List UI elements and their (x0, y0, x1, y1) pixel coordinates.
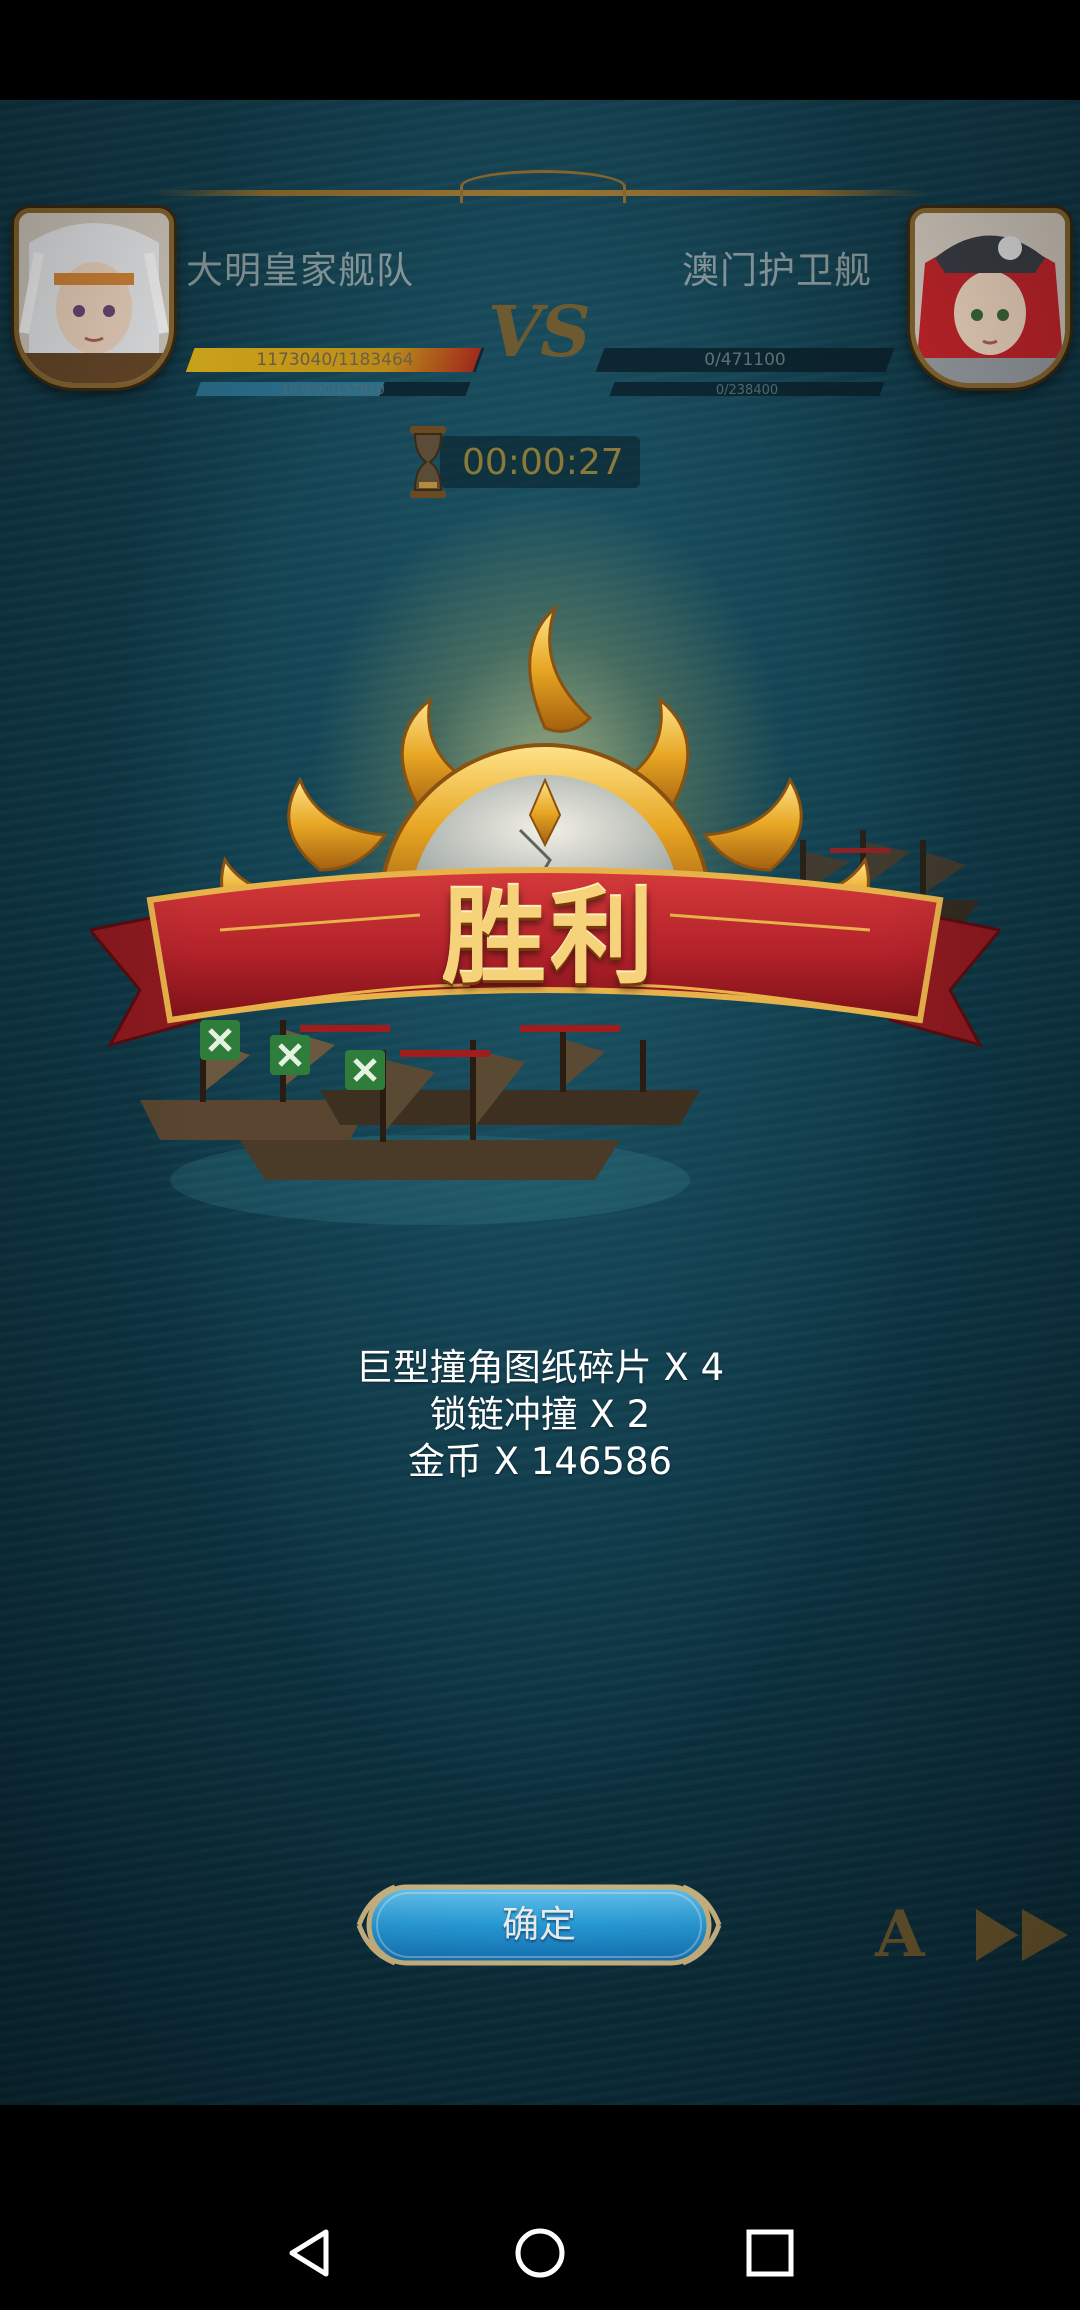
victory-title: 胜利 (441, 875, 658, 998)
left-commander-avatar[interactable] (14, 208, 174, 388)
confirm-label: 确定 (502, 1903, 576, 1946)
status-bar (0, 0, 1080, 100)
header-ornament (460, 170, 626, 203)
red-haired-captain-portrait (915, 213, 1065, 383)
white-haired-admiral-portrait (19, 213, 169, 383)
right-team-name: 澳门护卫舰 (682, 249, 872, 292)
auto-battle-button[interactable]: A (870, 1900, 930, 1970)
timer-text: 00:00:27 (462, 442, 624, 483)
left-hp-text: 1173040/1183464 (256, 350, 414, 370)
reward-item: 锁链冲撞 X 2 (429, 1393, 651, 1436)
fast-forward-icon[interactable] (972, 1905, 1072, 1965)
victory-emblem: 胜利 (90, 490, 1000, 1210)
back-triangle-icon[interactable] (282, 2226, 336, 2280)
left-team-name: 大明皇家舰队 (186, 249, 414, 292)
recents-square-icon[interactable] (743, 2226, 797, 2280)
right-commander-avatar[interactable] (910, 208, 1070, 388)
battle-timer: 00:00:27 (400, 420, 640, 498)
left-morale-text: 107690/157920 (281, 383, 385, 398)
right-morale-text: 0/238400 (715, 383, 779, 398)
battle-scene: 大明皇家舰队 澳门护卫舰 VS 1173040/1183464 107690/1… (0, 100, 1080, 2105)
reward-list: 巨型撞角图纸碎片 X 4 锁链冲撞 X 2 金币 X 146586 (240, 1344, 840, 1485)
home-circle-icon[interactable] (513, 2226, 567, 2280)
reward-item: 巨型撞角图纸碎片 X 4 (355, 1346, 725, 1389)
game-screen: 大明皇家舰队 澳门护卫舰 VS 1173040/1183464 107690/1… (0, 0, 1080, 2310)
golden-sun-ribbon-emblem (90, 603, 1000, 1048)
hourglass-icon (410, 426, 446, 498)
confirm-button[interactable]: 确定 (355, 1877, 723, 1973)
right-hp-text: 0/471100 (704, 350, 786, 370)
vs-label: VS (488, 290, 591, 373)
reward-item: 金币 X 146586 (407, 1440, 673, 1483)
